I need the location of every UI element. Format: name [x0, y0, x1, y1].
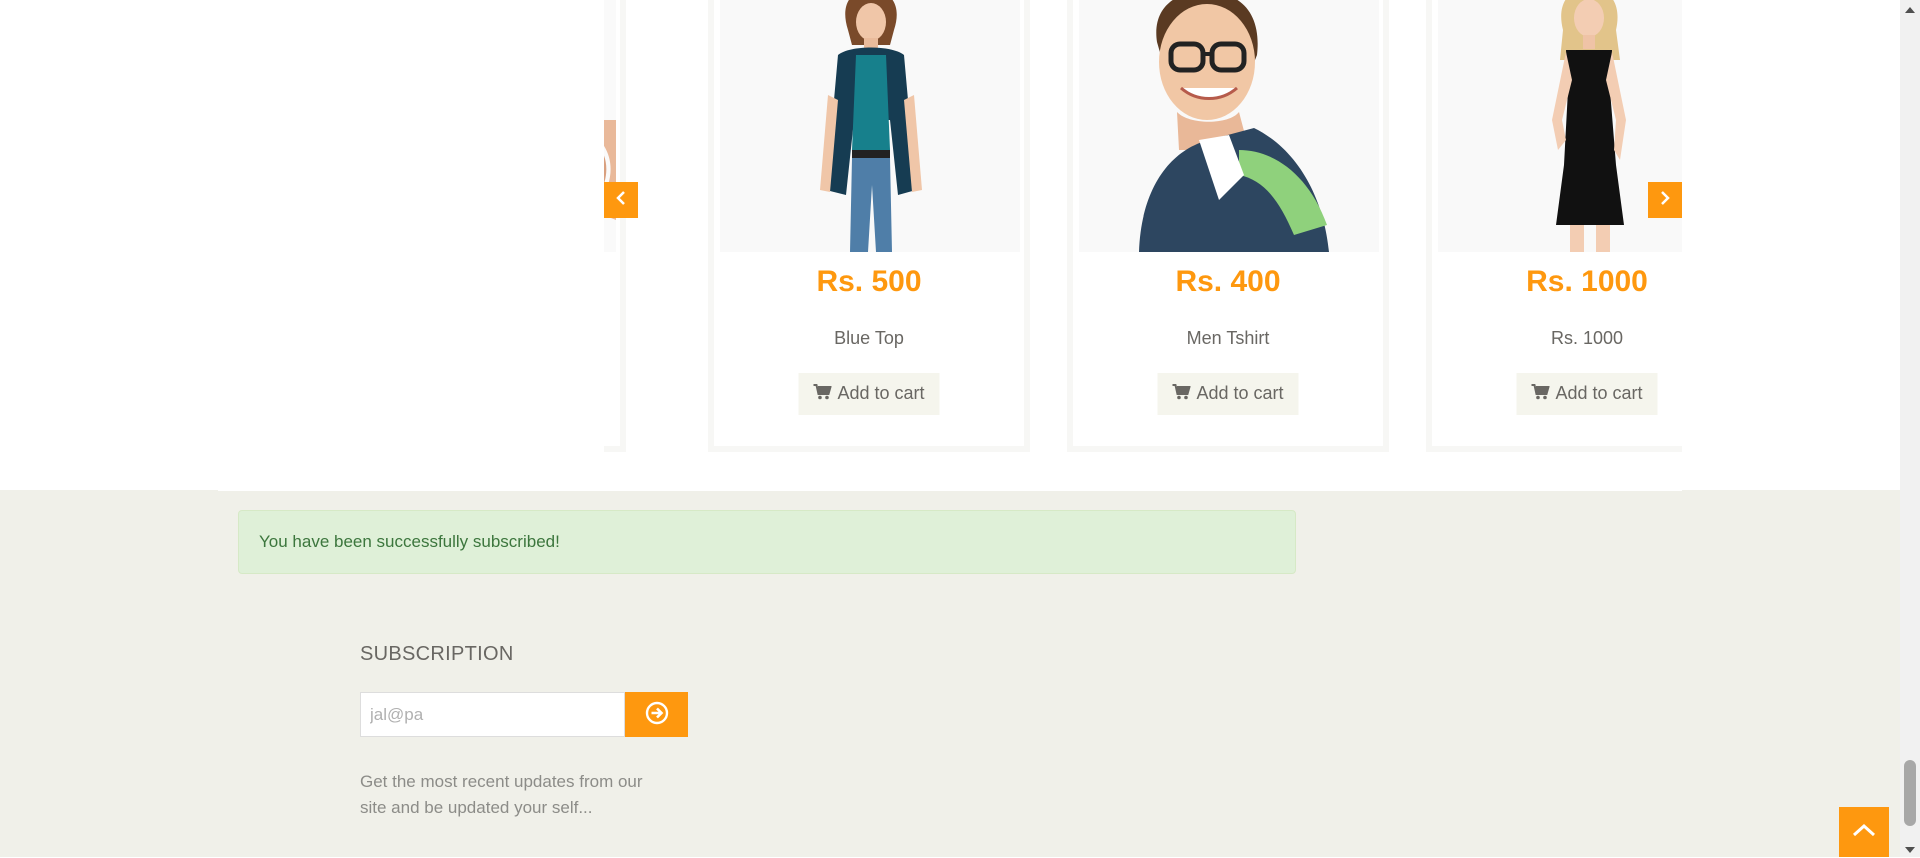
carousel-next-button[interactable] [1648, 182, 1682, 218]
scroll-down-arrow[interactable] [1900, 840, 1920, 857]
subscription-success-alert: You have been successfully subscribed! [238, 510, 1296, 574]
subscribe-button[interactable] [625, 692, 688, 737]
product-name: Men Tshirt [1186, 328, 1270, 348]
shopping-cart-icon [1531, 383, 1550, 405]
product-image[interactable] [720, 0, 1020, 252]
add-to-cart-button[interactable]: Add to cart [1516, 373, 1658, 415]
add-to-cart-label: Add to cart [1196, 383, 1284, 403]
chevron-left-icon [615, 190, 627, 211]
triangle-down-icon [1905, 840, 1915, 858]
circle-arrow-right-icon [645, 701, 669, 728]
recommended-items-carousel: Rs. 500 Blue Top Add to cart Rs. 400 Men… [604, 0, 1682, 452]
carousel-prev-button[interactable] [604, 182, 638, 218]
shopping-cart-icon [813, 383, 832, 405]
product-image[interactable] [1079, 0, 1379, 252]
scroll-up-arrow[interactable] [1900, 0, 1920, 17]
scrollbar-thumb[interactable] [1904, 760, 1916, 826]
subscription-email-input[interactable] [360, 692, 625, 737]
add-to-cart-button[interactable]: Add to cart [798, 373, 940, 415]
chevron-right-icon [1659, 190, 1671, 211]
product-card: Rs. 1000 Rs. 1000 Add to cart [1426, 0, 1682, 452]
product-card-partial [604, 0, 626, 452]
add-to-cart-button[interactable]: Add to cart [1157, 373, 1299, 415]
add-to-cart-label: Add to cart [837, 383, 925, 403]
product-card: Rs. 400 Men Tshirt Add to cart [1067, 0, 1389, 452]
triangle-up-icon [1905, 0, 1915, 18]
product-price: Rs. 400 [1175, 265, 1281, 298]
scroll-to-top-button[interactable] [1839, 807, 1889, 857]
subscription-form [360, 692, 688, 737]
shopping-cart-icon [1172, 383, 1191, 405]
product-price: Rs. 1000 [1526, 265, 1648, 298]
product-price: Rs. 500 [816, 265, 922, 298]
subscription-title: SUBSCRIPTION [360, 643, 514, 665]
product-image[interactable] [1438, 0, 1682, 252]
subscription-description: Get the most recent updates from our sit… [360, 772, 643, 817]
footer-divider [218, 490, 1682, 491]
page-scrollbar[interactable] [1900, 0, 1920, 857]
product-name: Blue Top [834, 328, 904, 348]
product-name: Rs. 1000 [1550, 328, 1624, 348]
product-card: Rs. 500 Blue Top Add to cart [708, 0, 1030, 452]
add-to-cart-label: Add to cart [1555, 383, 1643, 403]
chevron-up-icon [1851, 822, 1877, 843]
